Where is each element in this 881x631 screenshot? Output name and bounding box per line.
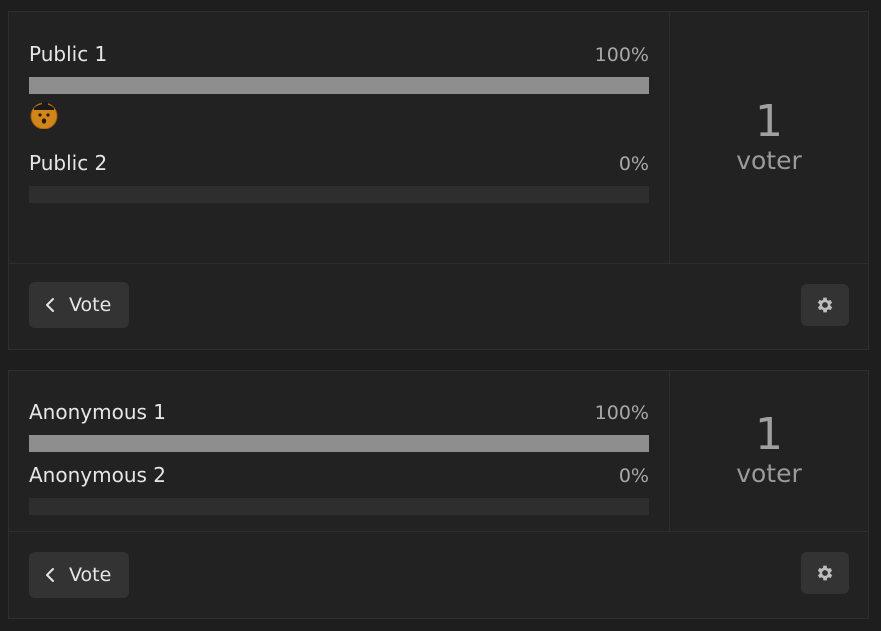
- option-percent: 0%: [618, 465, 649, 487]
- vote-button-label: Vote: [69, 294, 112, 316]
- poll-results: Anonymous 1 100% Anonymous 2 0% 1 voter: [9, 371, 868, 532]
- voter-count: 1: [755, 409, 783, 460]
- option-bar-track: [29, 435, 649, 452]
- option-label: Public 1: [29, 42, 108, 66]
- option-label: Public 2: [29, 151, 108, 175]
- vote-button[interactable]: Vote: [29, 282, 129, 328]
- option-percent: 100%: [594, 44, 649, 66]
- option-percent: 0%: [618, 153, 649, 175]
- voter-avatar[interactable]: [29, 99, 59, 130]
- voter-summary: 1 voter: [670, 371, 868, 531]
- poll-actions: Vote: [9, 532, 868, 618]
- poll-option: Anonymous 2 0%: [29, 463, 649, 515]
- chevron-left-icon: [46, 298, 54, 312]
- voter-count: 1: [755, 95, 783, 147]
- settings-button[interactable]: [801, 552, 849, 594]
- option-bar-fill: [29, 435, 649, 452]
- poll-options: Anonymous 1 100% Anonymous 2 0%: [9, 371, 670, 531]
- voter-label: voter: [736, 145, 802, 175]
- poll-results: Public 1 100% Public 2 0% 1 voter: [9, 12, 868, 264]
- option-bar-fill: [29, 77, 649, 94]
- option-bar-track: [29, 77, 649, 94]
- poll-actions: Vote: [9, 264, 868, 349]
- option-bar-track: [29, 498, 649, 515]
- vote-button-label: Vote: [69, 564, 112, 586]
- vote-button[interactable]: Vote: [29, 552, 129, 598]
- gear-icon: [817, 297, 833, 313]
- gear-icon: [817, 565, 833, 581]
- option-percent: 100%: [594, 402, 649, 424]
- option-label: Anonymous 1: [29, 400, 167, 424]
- poll-card-public: Public 1 100% Public 2 0% 1 voter Vote: [8, 11, 869, 350]
- poll-option: Anonymous 1 100%: [29, 400, 649, 452]
- poll-card-anonymous: Anonymous 1 100% Anonymous 2 0% 1 voter: [8, 370, 869, 619]
- voter-summary: 1 voter: [670, 12, 868, 263]
- chevron-left-icon: [46, 568, 54, 582]
- settings-button[interactable]: [801, 284, 849, 326]
- poll-options: Public 1 100% Public 2 0%: [9, 12, 670, 263]
- poll-option: Public 1 100%: [29, 42, 649, 94]
- option-label: Anonymous 2: [29, 463, 167, 487]
- voter-label: voter: [736, 459, 802, 488]
- option-bar-track: [29, 186, 649, 203]
- poll-option: Public 2 0%: [29, 151, 649, 203]
